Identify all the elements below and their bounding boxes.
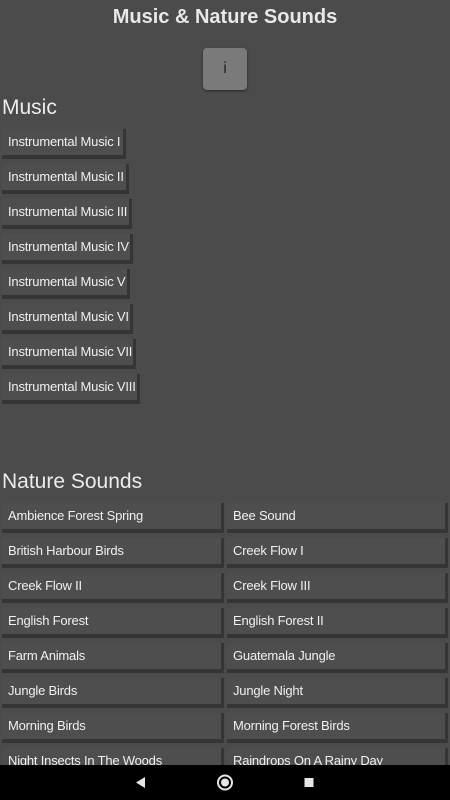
music-button-3[interactable]: Instrumental Music III: [2, 199, 132, 229]
home-circle-icon[interactable]: [210, 765, 240, 800]
back-triangle-icon[interactable]: [126, 765, 156, 800]
nature-button-right-5[interactable]: Guatemala Jungle: [227, 643, 448, 673]
info-button[interactable]: i: [203, 48, 247, 90]
nature-button-left-5[interactable]: Farm Animals: [2, 643, 224, 673]
nature-button-left-3[interactable]: Creek Flow II: [2, 573, 224, 603]
app-screen: Music & Nature Sounds i Music Instrument…: [0, 0, 450, 765]
music-button-2[interactable]: Instrumental Music II: [2, 164, 129, 194]
nature-button-right-6[interactable]: Jungle Night: [227, 678, 448, 708]
music-button-7[interactable]: Instrumental Music VII: [2, 339, 136, 369]
nature-button-right-1[interactable]: Bee Sound: [227, 503, 448, 533]
music-button-8[interactable]: Instrumental Music VIII: [2, 374, 140, 404]
nature-button-right-7[interactable]: Morning Forest Birds: [227, 713, 448, 743]
app-title: Music & Nature Sounds: [112, 6, 338, 28]
music-button-5[interactable]: Instrumental Music V: [2, 269, 130, 299]
nature-button-right-2[interactable]: Creek Flow I: [227, 538, 448, 568]
nature-button-left-4[interactable]: English Forest: [2, 608, 224, 638]
music-button-4[interactable]: Instrumental Music IV: [2, 234, 133, 264]
nature-button-right-3[interactable]: Creek Flow III: [227, 573, 448, 603]
recent-square-icon[interactable]: [294, 765, 324, 800]
nature-button-left-7[interactable]: Morning Birds: [2, 713, 224, 743]
system-nav-bar: [0, 765, 450, 800]
nature-button-right-8[interactable]: Raindrops On A Rainy Day: [227, 748, 448, 765]
nature-button-right-4[interactable]: English Forest II: [227, 608, 448, 638]
music-button-6[interactable]: Instrumental Music VI: [2, 304, 133, 334]
music-button-1[interactable]: Instrumental Music I: [2, 129, 126, 159]
nature-heading: Nature Sounds: [2, 470, 143, 493]
nature-button-left-8[interactable]: Night Insects In The Woods: [2, 748, 224, 765]
nature-button-left-6[interactable]: Jungle Birds: [2, 678, 224, 708]
music-heading: Music: [2, 96, 57, 119]
nature-button-left-2[interactable]: British Harbour Birds: [2, 538, 224, 568]
nature-button-left-1[interactable]: Ambience Forest Spring: [2, 503, 224, 533]
